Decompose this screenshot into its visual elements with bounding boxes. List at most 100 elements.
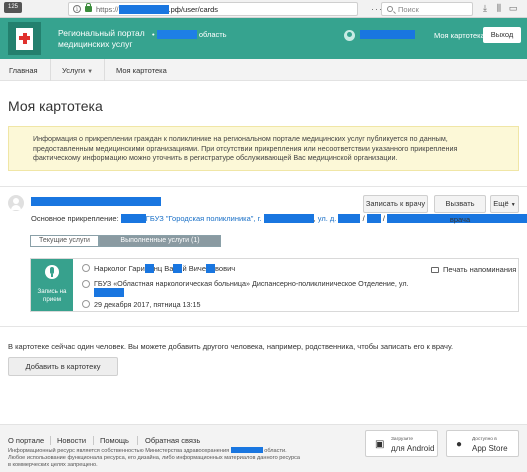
doctor-name-part: Гари [128, 264, 145, 273]
footer: О портале Новости Помощь Обратная связь … [0, 424, 527, 472]
footer-divider [50, 436, 51, 445]
tab-completed-services[interactable]: Выполненные услуги (1) [99, 235, 221, 247]
mic-icon [45, 265, 59, 279]
appointment-date: 29 декабря 2017, пятница 13:15 [94, 300, 201, 309]
attachment-notice: Информация о прикреплении граждан к поли… [8, 126, 519, 171]
region-selector[interactable]: • область [152, 30, 227, 39]
logout-button[interactable]: Выход [483, 27, 521, 43]
appointment-doctor: Нарколог Гари нц Ва й Виче вович [94, 264, 235, 273]
appointment-card: Запись на прием Нарколог Гари нц Ва й Виче… [30, 258, 519, 312]
doctor-name-part: вович [215, 264, 236, 273]
footer-text-part: Информационный ресурс является собственн… [8, 448, 230, 454]
section-divider [0, 326, 527, 327]
footer-link-about[interactable]: О портале [8, 436, 44, 445]
redacted-city [263, 214, 314, 223]
url-text: https:// .рф/user/cards [96, 5, 218, 14]
footer-link-help[interactable]: Помощь [100, 436, 129, 445]
library-icon[interactable]: ⫼ [494, 3, 504, 13]
tab-badge[interactable]: 125 [4, 2, 22, 13]
redacted-house-2 [366, 214, 381, 223]
redacted-region [230, 447, 263, 453]
region-suffix: область [198, 30, 227, 39]
doctor-icon [82, 264, 90, 272]
url-path: .рф/user/cards [168, 5, 219, 14]
attachment-org-link[interactable]: ГБУЗ "Городская поликлиника", г. [146, 214, 262, 223]
appointment-place-text: ГБУЗ «Областная наркологическая больница… [94, 279, 409, 288]
search-icon [387, 6, 393, 12]
location-icon [82, 280, 90, 288]
redacted-doctor-name [144, 264, 154, 273]
tab-current-services[interactable]: Текущие услуги [30, 235, 99, 247]
portal-title[interactable]: Региональный портал медицинских услуг [58, 28, 158, 50]
avatar-icon [8, 195, 24, 211]
print-reminder-link[interactable]: Печать напоминания [431, 265, 516, 274]
printer-icon [431, 267, 439, 273]
apple-icon: ● [456, 439, 463, 450]
doctor-specialty: Нарколог [94, 264, 127, 273]
redacted-region [156, 30, 197, 39]
url-protocol: https:// [96, 5, 119, 14]
breadcrumb-home[interactable]: Главная [9, 66, 38, 75]
footer-text-part: Любое использование функционала ресурса,… [8, 455, 300, 461]
android-small-label: Загрузите [391, 437, 414, 442]
breadcrumb: Главная Услуги ▼ Моя картотека [0, 59, 527, 81]
android-big-label: для Android [391, 444, 435, 453]
info-icon[interactable]: i [73, 5, 81, 13]
person-card: Основное прикрепление: ГБУЗ "Городская п… [0, 186, 527, 312]
breadcrumb-current: Моя картотека [116, 66, 167, 75]
my-card-link[interactable]: Моя картотека [434, 31, 485, 40]
chevron-down-icon: ▼ [87, 69, 94, 75]
footer-divider [93, 436, 94, 445]
reader-icon[interactable]: ▭ [508, 3, 518, 13]
app-store-big-label: App Store [472, 444, 508, 453]
footer-divider [137, 436, 138, 445]
doctor-name-part: й Виче [182, 264, 207, 273]
more-actions-button[interactable]: Ещё ▼ [490, 195, 519, 213]
print-reminder-label: Печать напоминания [443, 265, 517, 274]
portal-header: Региональный портал медицинских услуг • … [0, 18, 527, 59]
redacted-doctor-name [206, 264, 216, 273]
appointment-place: ГБУЗ «Областная наркологическая больница… [94, 279, 424, 297]
footer-link-news[interactable]: Новости [57, 436, 86, 445]
book-doctor-button[interactable]: Записать к врачу [363, 195, 428, 213]
attachment-label: Основное прикрепление: [31, 214, 119, 223]
redacted-user-name[interactable] [360, 30, 415, 39]
redacted-domain [118, 5, 169, 14]
breadcrumb-divider [50, 59, 51, 81]
footer-text-part: в коммерческих целях запрещено. [8, 462, 98, 468]
redacted-address [94, 288, 124, 297]
lock-icon [85, 3, 92, 12]
footer-link-feedback[interactable]: Обратная связь [145, 436, 200, 445]
footer-copyright: Информационный ресурс является собственн… [8, 447, 308, 469]
browser-toolbar: 125 i https://.рф/user/cards ··· ☆ Поиск… [0, 0, 527, 18]
portal-logo[interactable] [8, 22, 41, 55]
add-to-card-button[interactable]: Добавить в картотеку [8, 357, 118, 376]
app-store-button[interactable]: ● Доступно в App Store [446, 430, 519, 457]
redacted-house [338, 214, 361, 223]
breadcrumb-services-label: Услуги [62, 66, 86, 75]
search-placeholder: Поиск [398, 5, 419, 14]
doctor-name-part: нц Ва [153, 264, 174, 273]
page-title: Моя картотека [8, 98, 103, 114]
breadcrumb-divider [104, 59, 105, 81]
chevron-down-icon: ▼ [510, 202, 516, 208]
card-count-info: В картотеке сейчас один человек. Вы може… [8, 342, 454, 351]
redacted-attachment-1 [120, 214, 146, 223]
logo-cross-h [19, 36, 30, 40]
redacted-person-name[interactable] [31, 197, 161, 206]
download-icon[interactable]: ⤓ [480, 3, 490, 13]
android-icon: ▣ [375, 439, 385, 450]
browser-search-box[interactable]: Поиск [381, 2, 473, 16]
breadcrumb-services[interactable]: Услуги ▼ [62, 66, 93, 75]
more-actions-label: Ещё [493, 199, 509, 208]
app-store-small-label: Доступно в [472, 437, 497, 442]
attachment-street[interactable]: ул. д. [318, 214, 337, 223]
call-doctor-button[interactable]: Вызвать врача [434, 195, 486, 224]
footer-text-part: области. [264, 448, 287, 454]
android-app-button[interactable]: ▣ Загрузите для Android [365, 430, 438, 457]
appointment-type-label: Запись на прием [37, 288, 67, 303]
clock-icon [82, 300, 90, 308]
appointment-type: Запись на прием [31, 259, 73, 311]
address-bar[interactable]: i https://.рф/user/cards ··· ☆ [68, 2, 411, 16]
user-icon[interactable] [344, 30, 355, 41]
